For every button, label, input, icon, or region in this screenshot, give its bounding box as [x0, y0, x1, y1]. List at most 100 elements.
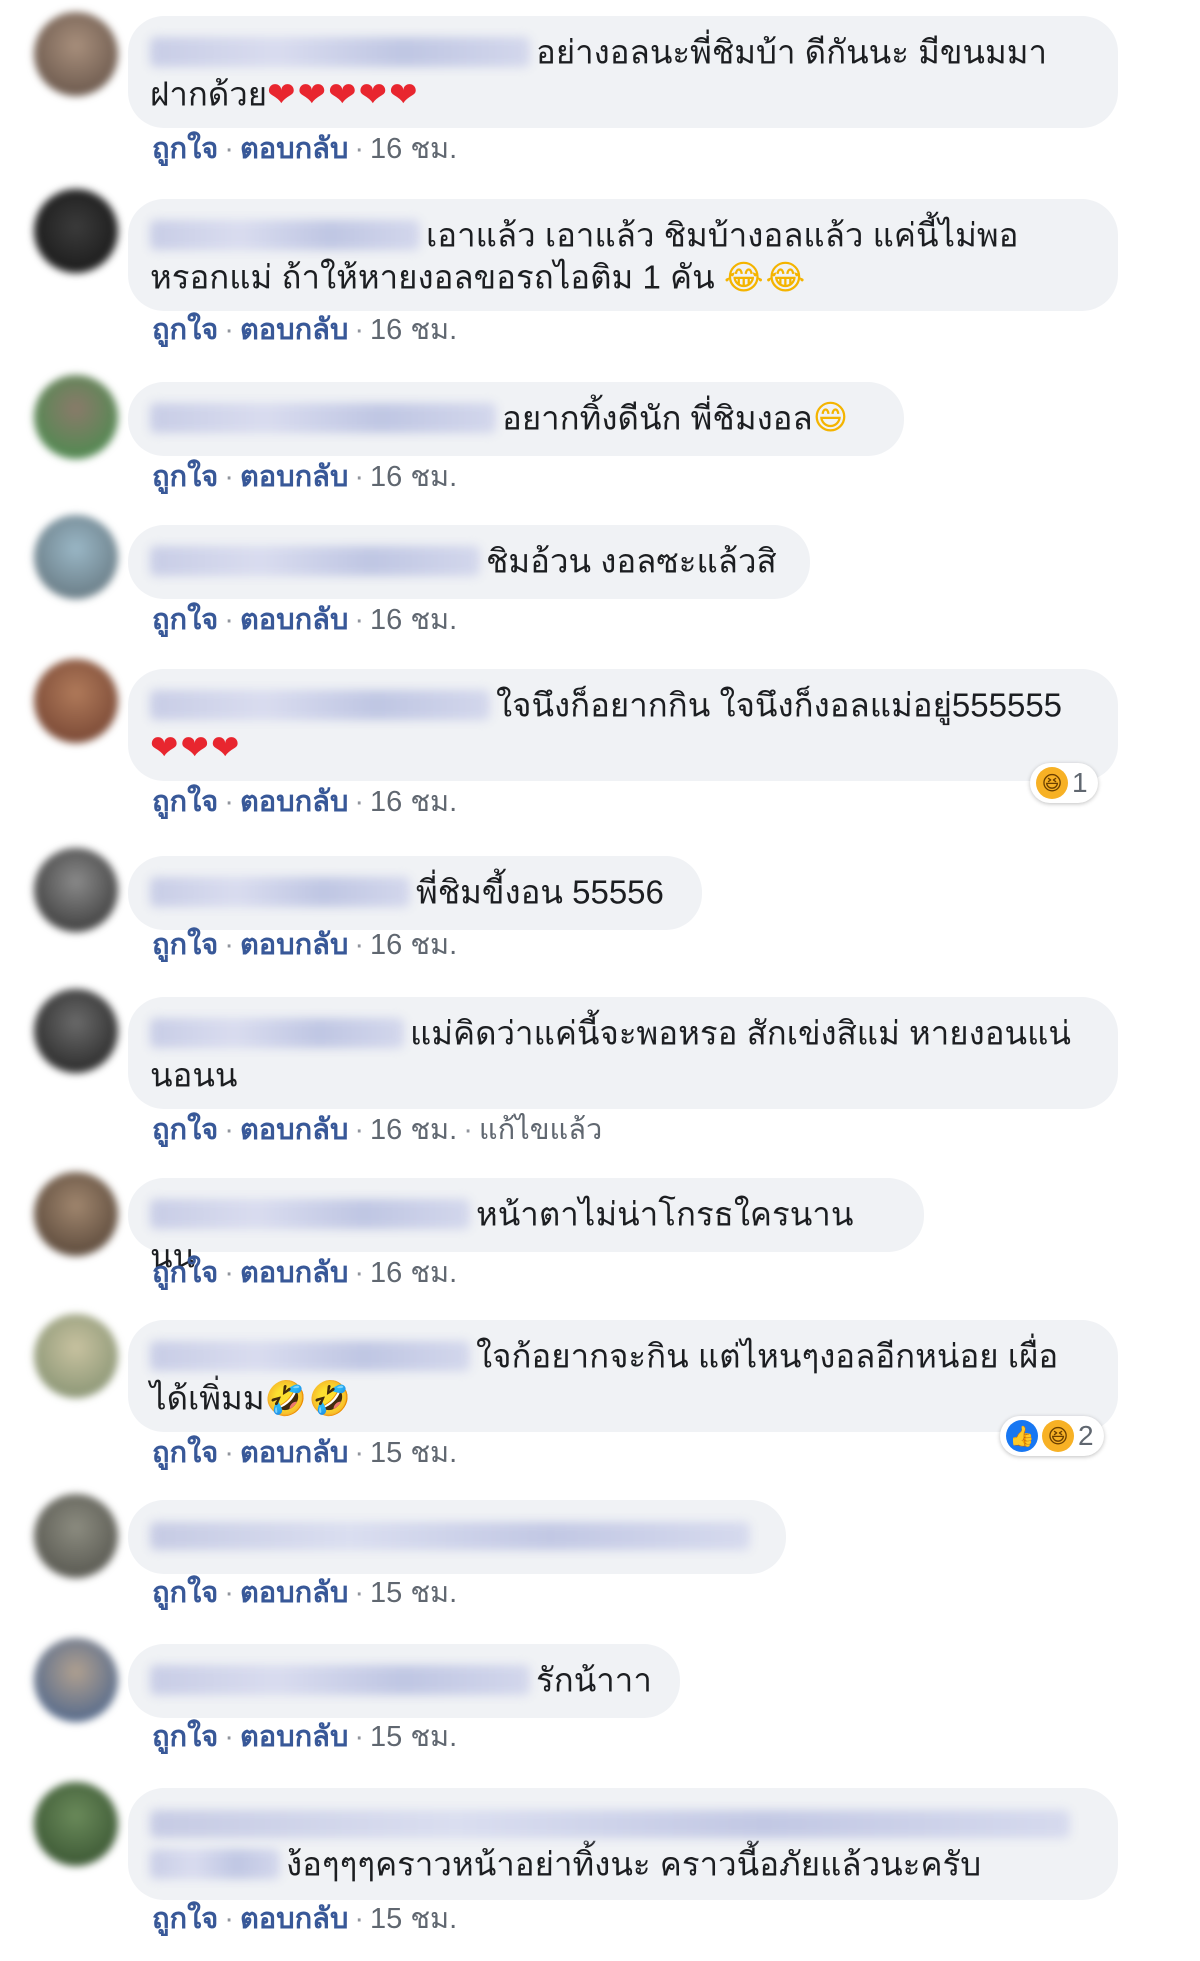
- comment-actions: ถูกใจ · ตอบกลับ · 16 ชม.: [152, 929, 458, 961]
- like-link[interactable]: ถูกใจ: [152, 1721, 218, 1753]
- comment-bubble: ง้อๆๆๆคราวหน้าอย่าทิ้งนะ คราวนี้อภัยแล้ว…: [128, 1788, 1118, 1900]
- comment-actions: ถูกใจ · ตอบกลับ · 15 ชม.: [152, 1903, 458, 1935]
- reply-link[interactable]: ตอบกลับ: [240, 604, 348, 636]
- comment-text: อย่างอลนะพี่ชิมบ้า ดีกันนะ มีขนมมา: [536, 33, 1048, 71]
- comment-bubble: เอาแล้ว เอาแล้ว ชิมบ้างอลแล้ว แค่นี้ไม่พ…: [128, 199, 1118, 311]
- timestamp[interactable]: 15 ชม.: [370, 1903, 457, 1935]
- timestamp[interactable]: 16 ชม.: [370, 1257, 457, 1289]
- timestamp[interactable]: 16 ชม.: [370, 133, 457, 165]
- comment-bubble: พี่ชิมขี้งอน 55556: [128, 856, 702, 930]
- comment-bubble: อยากทิ้งดีนัก พี่ชิมงอล😄: [128, 382, 904, 456]
- comment-actions: ถูกใจ · ตอบกลับ · 16 ชม.: [152, 786, 458, 818]
- comment-actions: ถูกใจ · ตอบกลับ · 16 ชม.: [152, 314, 458, 346]
- timestamp[interactable]: 16 ชม.: [370, 461, 457, 493]
- edited-label[interactable]: แก้ไขแล้ว: [479, 1114, 602, 1146]
- haha-reaction-icon: 😆: [1042, 1420, 1074, 1452]
- reply-link[interactable]: ตอบกลับ: [240, 1257, 348, 1289]
- comment-actions: ถูกใจ · ตอบกลับ · 16 ชม. · แก้ไขแล้ว: [152, 1114, 603, 1146]
- reply-link[interactable]: ตอบกลับ: [240, 786, 348, 818]
- smile-emoji: 😄: [812, 399, 851, 438]
- avatar[interactable]: [34, 659, 118, 743]
- comment-text: ใจก้อยากจะกิน แต่ไหนๆงอลอีกหน่อย เผื่อ: [476, 1337, 1059, 1375]
- comment-actions: ถูกใจ · ตอบกลับ · 16 ชม.: [152, 461, 458, 493]
- timestamp[interactable]: 16 ชม.: [370, 314, 457, 346]
- commenter-name[interactable]: [150, 1665, 530, 1696]
- like-link[interactable]: ถูกใจ: [152, 1437, 218, 1469]
- timestamp[interactable]: 15 ชม.: [370, 1721, 457, 1753]
- like-link[interactable]: ถูกใจ: [152, 461, 218, 493]
- reaction-summary[interactable]: 😆 1: [1030, 763, 1098, 803]
- reaction-count: 1: [1072, 767, 1088, 798]
- commenter-name[interactable]: [150, 1199, 470, 1230]
- comment-text: ใจนึงก็อยากกิน ใจนึงก็งอลแม่อยู่555555: [496, 686, 1063, 724]
- comment-actions: ถูกใจ · ตอบกลับ · 16 ชม.: [152, 604, 458, 636]
- comment-text-line2: ฝากด้วย: [150, 75, 268, 113]
- reply-link[interactable]: ตอบกลับ: [240, 1903, 348, 1935]
- reply-link[interactable]: ตอบกลับ: [240, 133, 348, 165]
- commenter-name[interactable]: [150, 690, 490, 721]
- comment-text: ชิมอ้วน งอลซะแล้วสิ: [486, 542, 777, 580]
- commenter-name[interactable]: [150, 403, 496, 434]
- like-link[interactable]: ถูกใจ: [152, 786, 218, 818]
- commenter-name[interactable]: [150, 1849, 280, 1880]
- reply-link[interactable]: ตอบกลับ: [240, 1577, 348, 1609]
- commenter-name[interactable]: [150, 220, 420, 251]
- reply-link[interactable]: ตอบกลับ: [240, 461, 348, 493]
- reaction-summary[interactable]: 👍 😆 2: [1000, 1416, 1104, 1456]
- blurred-comment-text: [150, 1810, 1070, 1839]
- like-link[interactable]: ถูกใจ: [152, 1903, 218, 1935]
- haha-reaction-icon: 😆: [1036, 767, 1068, 799]
- comment-actions: ถูกใจ · ตอบกลับ · 15 ชม.: [152, 1721, 458, 1753]
- comment-actions: ถูกใจ · ตอบกลับ · 15 ชม.: [152, 1577, 458, 1609]
- avatar[interactable]: [34, 1638, 118, 1722]
- reply-link[interactable]: ตอบกลับ: [240, 1437, 348, 1469]
- timestamp[interactable]: 16 ชม.: [370, 786, 457, 818]
- like-link[interactable]: ถูกใจ: [152, 604, 218, 636]
- timestamp[interactable]: 16 ชม.: [370, 1114, 457, 1146]
- timestamp[interactable]: 15 ชม.: [370, 1577, 457, 1609]
- comment-text-line2: นอนน: [150, 1056, 238, 1094]
- comment-bubble: ใจนึงก็อยากกิน ใจนึงก็งอลแม่อยู่555555 ❤…: [128, 669, 1118, 781]
- comment-actions: ถูกใจ · ตอบกลับ · 16 ชม.: [152, 133, 458, 165]
- comment-actions: ถูกใจ · ตอบกลับ · 16 ชม.: [152, 1257, 458, 1289]
- commenter-name[interactable]: [150, 1341, 470, 1372]
- commenter-name[interactable]: [150, 546, 480, 577]
- like-link[interactable]: ถูกใจ: [152, 133, 218, 165]
- avatar[interactable]: [34, 989, 118, 1073]
- reply-link[interactable]: ตอบกลับ: [240, 1721, 348, 1753]
- comment-text: พี่ชิมขี้งอน 55556: [416, 873, 664, 911]
- commenter-name[interactable]: [150, 877, 410, 908]
- avatar[interactable]: [34, 515, 118, 599]
- heart-emoji: ❤❤❤: [150, 728, 242, 767]
- reply-link[interactable]: ตอบกลับ: [240, 929, 348, 961]
- timestamp[interactable]: 16 ชม.: [370, 929, 457, 961]
- reaction-count: 2: [1078, 1420, 1094, 1451]
- avatar[interactable]: [34, 189, 118, 273]
- reply-link[interactable]: ตอบกลับ: [240, 314, 348, 346]
- avatar[interactable]: [34, 12, 118, 96]
- comments-panel: อย่างอลนะพี่ชิมบ้า ดีกันนะ มีขนมมา ฝากด้…: [0, 0, 1200, 1961]
- avatar[interactable]: [34, 1314, 118, 1398]
- commenter-name[interactable]: [150, 1018, 404, 1049]
- like-link[interactable]: ถูกใจ: [152, 929, 218, 961]
- comment-bubble: [128, 1500, 786, 1574]
- reply-link[interactable]: ตอบกลับ: [240, 1114, 348, 1146]
- commenter-name[interactable]: [150, 37, 530, 68]
- timestamp[interactable]: 15 ชม.: [370, 1437, 457, 1469]
- avatar[interactable]: [34, 1172, 118, 1256]
- comment-actions: ถูกใจ · ตอบกลับ · 15 ชม.: [152, 1437, 458, 1469]
- timestamp[interactable]: 16 ชม.: [370, 604, 457, 636]
- avatar[interactable]: [34, 1782, 118, 1866]
- laugh-emoji: 😂😂: [723, 258, 808, 297]
- comment-text-line2: หรอกแม่ ถ้าให้หายงอลขอรถไอติม 1 คัน: [150, 258, 715, 296]
- rofl-emoji: 🤣🤣: [264, 1379, 354, 1418]
- avatar[interactable]: [34, 1494, 118, 1578]
- like-link[interactable]: ถูกใจ: [152, 1577, 218, 1609]
- avatar[interactable]: [34, 848, 118, 932]
- comment-bubble: หน้าตาไม่น่าโกรธใครนานนน: [128, 1178, 924, 1275]
- like-link[interactable]: ถูกใจ: [152, 314, 218, 346]
- comment-text: ง้อๆๆๆคราวหน้าอย่าทิ้งนะ คราวนี้อภัยแล้ว…: [286, 1845, 982, 1883]
- like-link[interactable]: ถูกใจ: [152, 1257, 218, 1289]
- like-link[interactable]: ถูกใจ: [152, 1114, 218, 1146]
- avatar[interactable]: [34, 375, 118, 459]
